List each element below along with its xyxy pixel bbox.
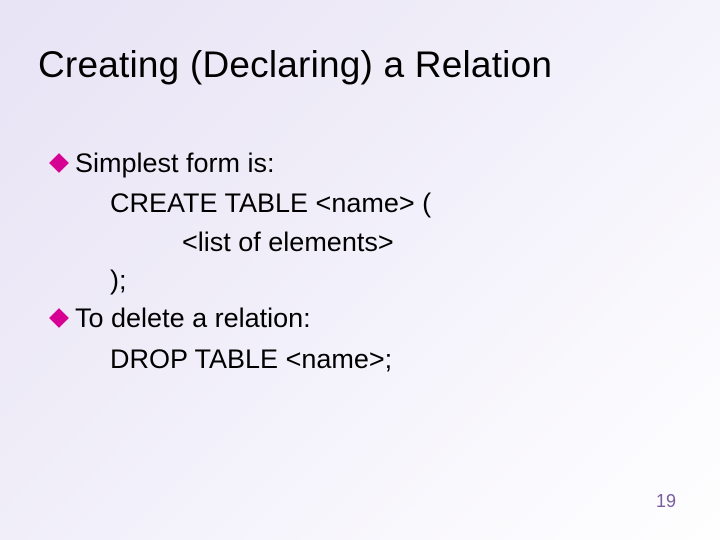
diamond-bullet-icon (49, 308, 69, 328)
code-line: ); (52, 261, 670, 299)
bullet-item: Simplest form is: (52, 144, 670, 182)
bullet-text: To delete a relation: (75, 299, 311, 337)
bullet-text: Simplest form is: (75, 144, 275, 182)
code-line: DROP TABLE <name>; (52, 340, 670, 378)
diamond-bullet-icon (49, 153, 69, 173)
slide: Creating (Declaring) a Relation Simplest… (0, 0, 720, 540)
code-line: <list of elements> (52, 223, 670, 261)
slide-title: Creating (Declaring) a Relation (38, 44, 682, 86)
page-number: 19 (656, 491, 676, 512)
slide-body: Simplest form is: CREATE TABLE <name> ( … (52, 144, 670, 378)
code-line: CREATE TABLE <name> ( (52, 184, 670, 222)
bullet-item: To delete a relation: (52, 299, 670, 337)
